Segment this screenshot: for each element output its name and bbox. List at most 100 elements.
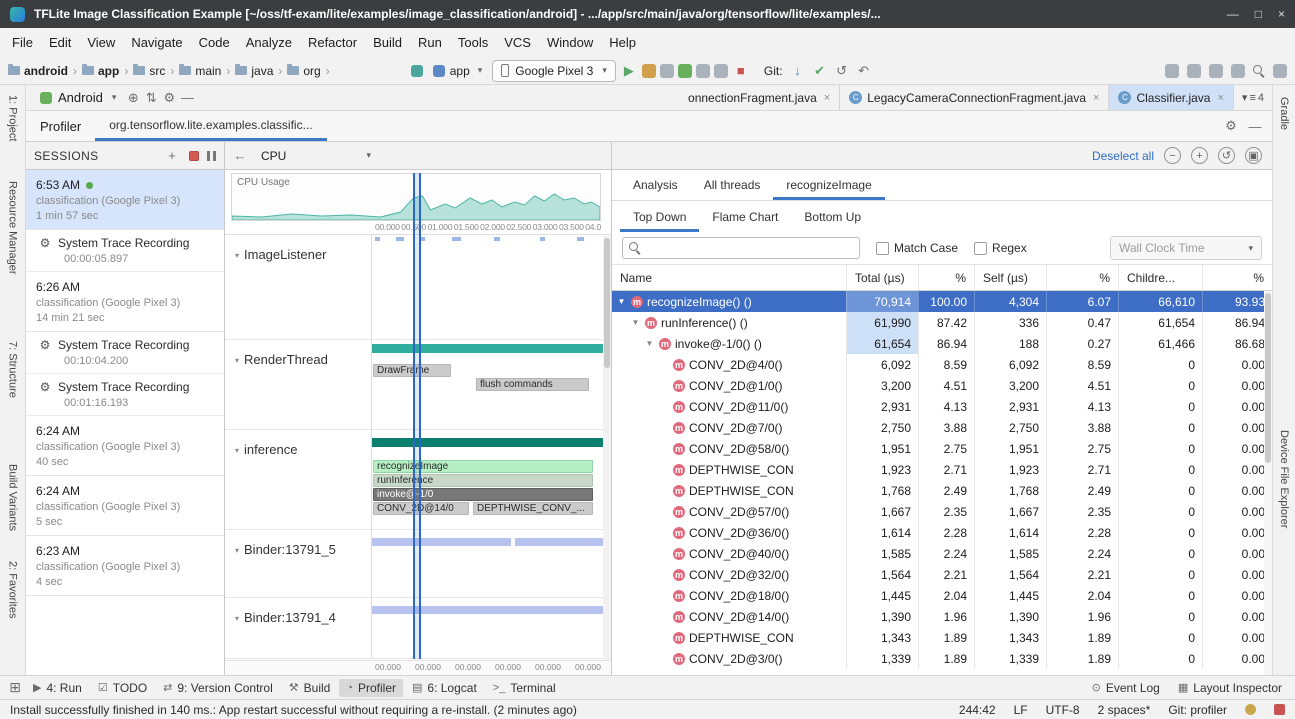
bell-icon[interactable] xyxy=(1245,704,1256,715)
session-item[interactable]: 6:26 AM classification (Google Pixel 3) … xyxy=(26,272,224,332)
close-tab-icon[interactable]: × xyxy=(1093,92,1099,104)
menu-code[interactable]: Code xyxy=(191,31,238,54)
session-recording-item[interactable]: ⚙System Trace Recording 00:10:04.200 xyxy=(26,332,224,374)
session-item[interactable]: 6:23 AM classification (Google Pixel 3) … xyxy=(26,536,224,596)
toolwindow-event-log[interactable]: ⊙Event Log xyxy=(1085,679,1167,697)
calltree-row[interactable]: mCONV_2D@4/0()6,0928.596,0928.5900.00 xyxy=(612,354,1272,375)
column-children[interactable]: Childre... xyxy=(1118,265,1202,290)
close-tab-icon[interactable]: × xyxy=(824,92,830,104)
thread-track[interactable] xyxy=(372,598,603,658)
calltree-row[interactable]: mCONV_2D@1/0()3,2004.513,2004.5100.00 xyxy=(612,375,1272,396)
thread-track[interactable] xyxy=(372,235,603,339)
tab-flame-chart[interactable]: Flame Chart xyxy=(699,201,791,232)
calltree-row[interactable]: mCONV_2D@57/0()1,6672.351,6672.3500.00 xyxy=(612,501,1272,522)
update-project-icon[interactable]: ↓ xyxy=(789,62,807,80)
calltree-row[interactable]: mCONV_2D@40/0()1,5852.241,5852.2400.00 xyxy=(612,543,1272,564)
menu-navigate[interactable]: Navigate xyxy=(123,31,190,54)
layout-inspector-icon[interactable] xyxy=(1231,64,1245,78)
scroll-from-source-icon[interactable]: ⇅ xyxy=(142,89,160,107)
sync-project-icon[interactable] xyxy=(1165,64,1179,78)
match-case-checkbox[interactable]: Match Case xyxy=(876,241,958,255)
back-icon[interactable]: ← xyxy=(231,147,249,165)
toolwindow-button-device-file-explorer[interactable]: Device File Explorer xyxy=(1278,430,1290,528)
calltree-row[interactable]: ▼minvoke@-1/0() ()61,65486.941880.2761,4… xyxy=(612,333,1272,354)
expand-arrow-icon[interactable]: ▼ xyxy=(630,318,641,327)
collapse-arrow-icon[interactable]: ▾ xyxy=(235,356,239,365)
zoom-to-selection-icon[interactable]: ▣ xyxy=(1245,147,1262,164)
gear-icon[interactable]: ⚙ xyxy=(160,89,178,107)
breadcrumb-org[interactable]: org xyxy=(287,64,320,78)
tab-bottom-up[interactable]: Bottom Up xyxy=(791,201,874,232)
toolwindow-switcher-icon[interactable]: ⊞ xyxy=(6,679,24,697)
clock-type-select[interactable]: Wall Clock Time ▾ xyxy=(1110,236,1262,260)
calltree-row[interactable]: mCONV_2D@11/0()2,9314.132,9314.1300.00 xyxy=(612,396,1272,417)
locate-file-icon[interactable]: ⊕ xyxy=(124,89,142,107)
trace-span[interactable]: CONV_2D@14/0 xyxy=(373,502,469,515)
toolwindow-terminal[interactable]: >_Terminal xyxy=(486,679,563,697)
toolwindow-build[interactable]: ⚒Build xyxy=(282,679,338,697)
session-item[interactable]: 6:53 AM classification (Google Pixel 3) … xyxy=(26,170,224,230)
calltree-row[interactable]: mCONV_2D@58/0()1,9512.751,9512.7500.00 xyxy=(612,438,1272,459)
menu-window[interactable]: Window xyxy=(539,31,601,54)
close-tab-icon[interactable]: × xyxy=(1217,92,1223,104)
thread-label[interactable]: ▾Binder:13791_4 xyxy=(225,598,372,658)
profiler-settings-icon[interactable]: ⚙ xyxy=(1222,117,1240,135)
deselect-all-link[interactable]: Deselect all xyxy=(1092,149,1154,163)
profiler-session-tab[interactable]: org.tensorflow.lite.examples.classific..… xyxy=(95,111,326,141)
thread-row-imagelistener[interactable]: ▾ImageListener xyxy=(225,235,611,340)
trace-span[interactable]: DrawFrame xyxy=(373,364,451,377)
toolwindow-button-build-variants[interactable]: Build Variants xyxy=(7,464,19,531)
line-ending-indicator[interactable]: LF xyxy=(1014,703,1028,717)
calltree-row[interactable]: mCONV_2D@7/0()2,7503.882,7503.8800.00 xyxy=(612,417,1272,438)
calltree-row[interactable]: mDEPTHWISE_CON1,9232.711,9232.7100.00 xyxy=(612,459,1272,480)
thread-track[interactable]: recognizeImage runInference invoke@-1/0 … xyxy=(372,430,603,529)
apply-code-changes-icon[interactable] xyxy=(660,64,674,78)
device-manager-icon[interactable] xyxy=(1187,64,1201,78)
menu-analyze[interactable]: Analyze xyxy=(238,31,300,54)
reset-zoom-icon[interactable]: ↺ xyxy=(1218,147,1235,164)
session-item[interactable]: 6:24 AM classification (Google Pixel 3) … xyxy=(26,476,224,536)
collapse-sessions-icon[interactable] xyxy=(207,151,216,161)
thread-label[interactable]: ▾ImageListener xyxy=(225,235,372,339)
notifications-icon[interactable] xyxy=(1273,64,1287,78)
session-recording-item[interactable]: ⚙System Trace Recording 00:00:05.897 xyxy=(26,230,224,272)
expand-arrow-icon[interactable]: ▼ xyxy=(616,297,627,306)
sdk-manager-icon[interactable] xyxy=(1209,64,1223,78)
profiler-tool-label[interactable]: Profiler xyxy=(26,111,95,141)
menu-view[interactable]: View xyxy=(79,31,123,54)
hide-panel-icon[interactable]: — xyxy=(178,89,196,107)
toolwindow-button-2-favorites[interactable]: 2: Favorites xyxy=(7,561,19,618)
collapse-arrow-icon[interactable]: ▾ xyxy=(235,546,239,555)
run-config-select[interactable]: app ▾ xyxy=(427,62,489,80)
toolwindow-button-resource-manager[interactable]: Resource Manager xyxy=(7,181,19,275)
column-total[interactable]: Total (µs) xyxy=(846,265,918,290)
toolwindow-button-7-structure[interactable]: 7: Structure xyxy=(7,341,19,398)
debug-icon[interactable] xyxy=(678,64,692,78)
session-item[interactable]: 6:24 AM classification (Google Pixel 3) … xyxy=(26,416,224,476)
stop-icon[interactable]: ■ xyxy=(732,62,750,80)
thread-track[interactable]: DrawFrame flush commands xyxy=(372,340,603,429)
column-self-pct[interactable]: % xyxy=(1046,265,1118,290)
menu-edit[interactable]: Edit xyxy=(41,31,79,54)
toolwindow-9-version-control[interactable]: ⇄9: Version Control xyxy=(156,679,280,697)
calltree-row[interactable]: mDEPTHWISE_CON1,3431.891,3431.8900.00 xyxy=(612,627,1272,648)
project-view-select[interactable]: Android ▾ xyxy=(32,90,124,105)
tab-all-threads[interactable]: All threads xyxy=(691,170,774,200)
toolwindow-button-gradle[interactable]: Gradle xyxy=(1278,97,1290,130)
tab-top-down[interactable]: Top Down xyxy=(620,201,699,232)
profiler-view-select[interactable]: CPU ▾ xyxy=(255,147,377,165)
session-recording-item[interactable]: ⚙System Trace Recording 00:01:16.193 xyxy=(26,374,224,416)
trace-span[interactable]: invoke@-1/0 xyxy=(373,488,593,501)
thread-label[interactable]: ▾RenderThread xyxy=(225,340,372,429)
stop-recording-button[interactable] xyxy=(189,151,199,161)
commit-icon[interactable]: ✔ xyxy=(811,62,829,80)
device-select[interactable]: Google Pixel 3 ▾ xyxy=(492,60,616,82)
zoom-in-icon[interactable]: + xyxy=(1191,147,1208,164)
run-icon[interactable]: ▶ xyxy=(620,62,638,80)
menu-help[interactable]: Help xyxy=(601,31,644,54)
git-branch-indicator[interactable]: Git: profiler xyxy=(1168,703,1227,717)
expand-arrow-icon[interactable]: ▼ xyxy=(644,339,655,348)
tab-recognize-image[interactable]: recognizeImage xyxy=(773,170,884,200)
tab-legacy-camera-connection-fragment[interactable]: C LegacyCameraConnectionFragment.java × xyxy=(840,85,1109,110)
menu-run[interactable]: Run xyxy=(410,31,450,54)
